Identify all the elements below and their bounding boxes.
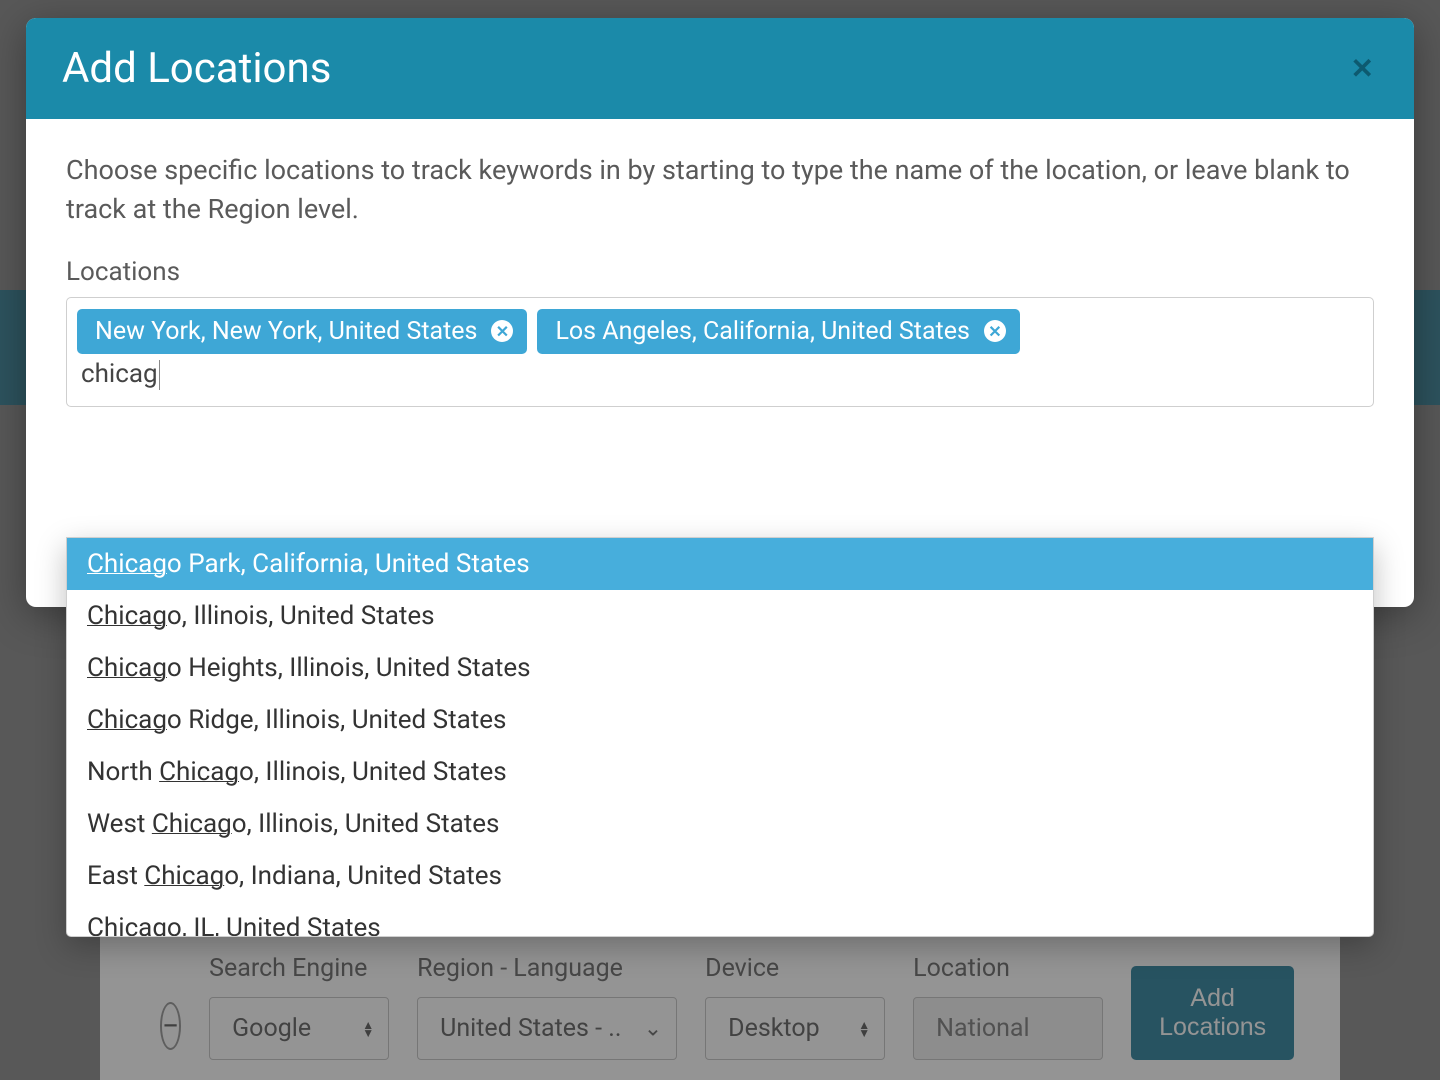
add-locations-modal: Add Locations ✕ Choose specific location… bbox=[26, 18, 1414, 607]
location-token: New York, New York, United States ✕ bbox=[77, 309, 527, 354]
modal-title: Add Locations bbox=[62, 44, 331, 93]
suggestion-item[interactable]: West Chicago, Illinois, United States bbox=[67, 798, 1373, 850]
suggestion-item[interactable]: Chicago Ridge, Illinois, United States bbox=[67, 694, 1373, 746]
modal-body: Choose specific locations to track keywo… bbox=[26, 119, 1414, 607]
suggestion-item[interactable]: North Chicago, Illinois, United States bbox=[67, 746, 1373, 798]
location-token: Los Angeles, California, United States ✕ bbox=[537, 309, 1019, 354]
locations-field-label: Locations bbox=[66, 257, 1374, 287]
text-caret bbox=[159, 360, 160, 390]
typed-text: chicag bbox=[81, 359, 158, 389]
suggestion-item[interactable]: Chicago Park, California, United States bbox=[67, 538, 1373, 590]
suggestions-list[interactable]: Chicago Park, California, United StatesC… bbox=[67, 538, 1373, 937]
suggestion-item[interactable]: Chicago, Illinois, United States bbox=[67, 590, 1373, 642]
suggestions-dropdown: Chicago Park, California, United StatesC… bbox=[66, 537, 1374, 937]
remove-token-icon[interactable]: ✕ bbox=[984, 320, 1006, 342]
suggestion-item[interactable]: East Chicago, Indiana, United States bbox=[67, 850, 1373, 902]
modal-help-text: Choose specific locations to track keywo… bbox=[66, 151, 1374, 229]
location-token-label: New York, New York, United States bbox=[95, 317, 477, 346]
remove-token-icon[interactable]: ✕ bbox=[491, 320, 513, 342]
modal-header: Add Locations ✕ bbox=[26, 18, 1414, 119]
locations-text-input[interactable]: chicag bbox=[77, 353, 277, 396]
close-icon[interactable]: ✕ bbox=[1347, 51, 1378, 87]
location-token-label: Los Angeles, California, United States bbox=[555, 317, 969, 346]
suggestion-item[interactable]: Chicago Heights, Illinois, United States bbox=[67, 642, 1373, 694]
suggestion-item[interactable]: Chicago, IL, United States bbox=[67, 902, 1373, 937]
locations-token-input[interactable]: New York, New York, United States✕Los An… bbox=[66, 297, 1374, 407]
